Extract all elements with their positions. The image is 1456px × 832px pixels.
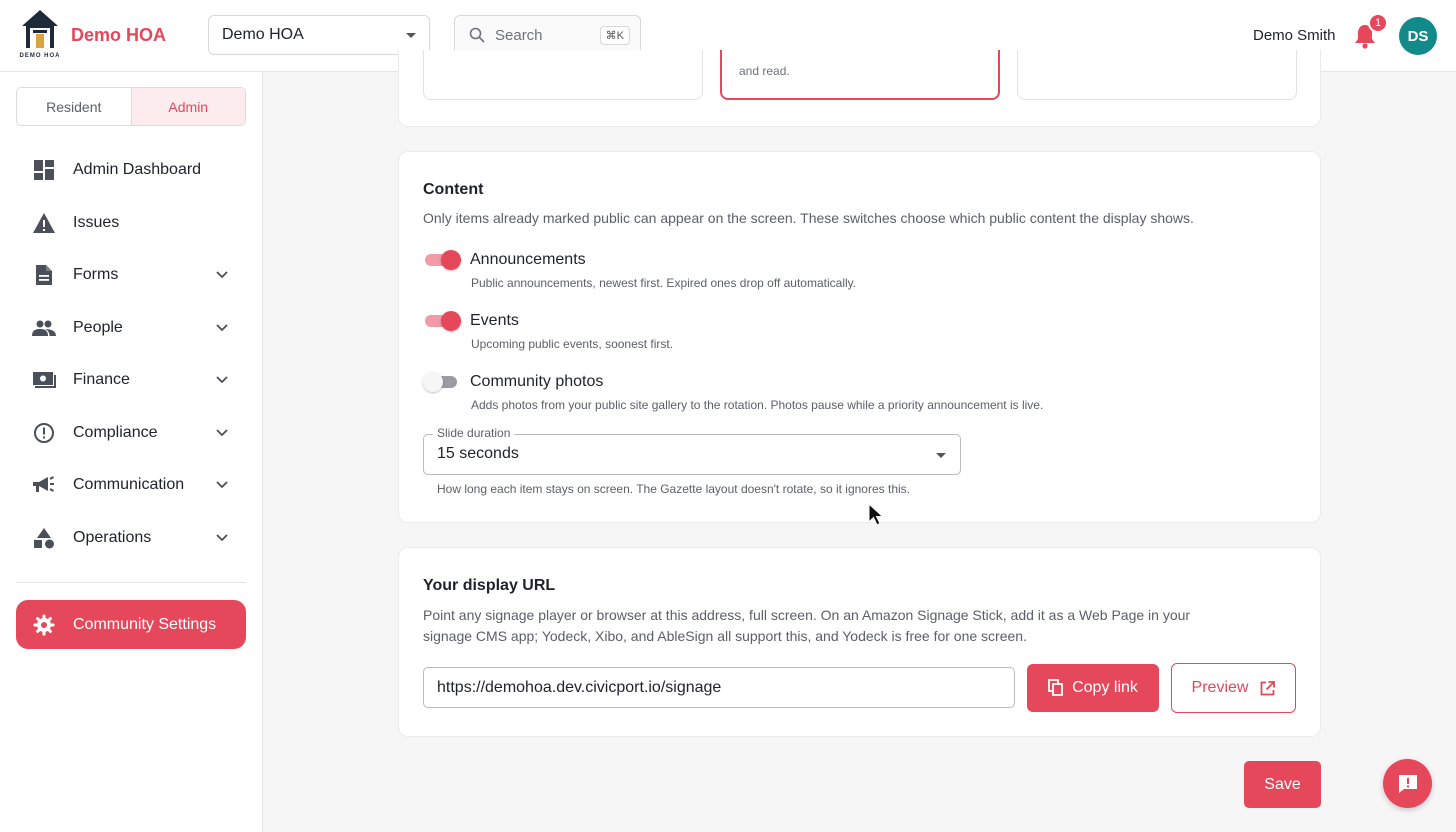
sidebar-item-admin-dashboard[interactable]: Admin Dashboard (16, 148, 246, 192)
slide-duration-helper: How long each item stays on screen. The … (437, 482, 910, 496)
announcements-toggle[interactable] (423, 250, 461, 270)
hoa-logo[interactable]: DEMO HOA (18, 8, 62, 64)
events-description: Upcoming public events, soonest first. (471, 337, 674, 351)
search-shortcut: ⌘K (599, 25, 630, 45)
logo-text: DEMO HOA (19, 53, 61, 59)
sidebar-item-label: Communication (73, 476, 185, 493)
display-url-description-1: Point any signage player or browser at t… (423, 607, 1191, 623)
copy-link-button[interactable]: Copy link (1027, 664, 1159, 712)
user-avatar[interactable]: DS (1399, 17, 1437, 55)
slide-duration-value: 15 seconds (437, 445, 519, 462)
organization-select-value: Demo HOA (222, 26, 304, 43)
shapes-icon (32, 526, 56, 550)
content-title: Content (423, 181, 484, 198)
feedback-button[interactable] (1383, 759, 1432, 808)
search-label: Search (495, 26, 543, 44)
slide-duration-label: Slide duration (433, 426, 515, 440)
events-toggle[interactable] (423, 311, 461, 331)
sidebar-divider (16, 582, 246, 583)
announcements-description: Public announcements, newest first. Expi… (471, 276, 857, 290)
user-name[interactable]: Demo Smith (1253, 27, 1336, 44)
sidebar-item-label: Community Settings (73, 615, 217, 633)
money-icon (32, 368, 56, 392)
sidebar-item-label: Issues (73, 214, 120, 231)
sidebar-item-compliance[interactable]: Compliance (16, 411, 246, 455)
document-icon (32, 263, 56, 287)
sidebar-item-communication[interactable]: Communication (16, 463, 246, 507)
content-card: Content Only items already marked public… (398, 151, 1321, 523)
people-icon (32, 316, 56, 340)
sidebar-item-label: Operations (73, 529, 152, 546)
dashboard-icon (32, 158, 56, 182)
role-toggle: Resident Admin (16, 87, 246, 126)
preview-label: Preview (1191, 679, 1249, 696)
caret-down-icon (406, 32, 416, 38)
sidebar-item-community-settings[interactable]: Community Settings (16, 600, 246, 649)
warning-icon (32, 211, 56, 235)
caret-down-icon (936, 453, 946, 458)
community-photos-label: Community photos (470, 373, 604, 390)
layout-tile[interactable] (1017, 50, 1297, 100)
role-resident-button[interactable]: Resident (17, 88, 132, 125)
copy-link-label: Copy link (1072, 679, 1138, 696)
chevron-down-icon (216, 429, 228, 437)
layout-card: and read. (398, 50, 1321, 127)
layout-tile[interactable] (423, 50, 703, 100)
sidebar-item-label: Compliance (73, 424, 158, 441)
preview-button[interactable]: Preview (1171, 663, 1296, 713)
display-url-card: Your display URL Point any signage playe… (398, 547, 1321, 737)
sidebar-item-people[interactable]: People (16, 306, 246, 350)
alert-circle-icon (32, 421, 56, 445)
chevron-down-icon (216, 481, 228, 489)
search-box[interactable]: Search ⌘K (454, 15, 641, 55)
brand-name[interactable]: Demo HOA (71, 25, 166, 46)
layout-tile-text: and read. (739, 64, 790, 78)
layout-tile-selected[interactable]: and read. (720, 50, 1000, 100)
feedback-icon (1398, 774, 1417, 793)
display-url-description-2: signage CMS app; Yodeck, Xibo, and AbleS… (423, 628, 1027, 644)
sidebar-item-label: People (73, 319, 123, 336)
sidebar-item-label: Finance (73, 371, 130, 388)
megaphone-icon (32, 473, 56, 497)
mouse-cursor-icon (868, 503, 884, 526)
sidebar: Resident Admin Admin Dashboard Issues Fo… (0, 72, 263, 832)
save-button[interactable]: Save (1244, 761, 1321, 808)
role-admin-button[interactable]: Admin (131, 88, 245, 125)
notification-badge: 1 (1368, 13, 1388, 33)
copy-icon (1048, 679, 1063, 696)
organization-select[interactable]: Demo HOA (208, 15, 430, 55)
announcements-label: Announcements (470, 251, 586, 268)
gear-icon (32, 613, 56, 637)
search-icon (469, 27, 485, 43)
chevron-down-icon (216, 534, 228, 542)
external-link-icon (1261, 680, 1276, 695)
display-url-field[interactable]: https://demohoa.dev.civicport.io/signage (423, 667, 1015, 708)
sidebar-item-operations[interactable]: Operations (16, 516, 246, 560)
community-photos-description: Adds photos from your public site galler… (471, 398, 1044, 412)
sidebar-item-label: Admin Dashboard (73, 161, 202, 178)
community-photos-toggle[interactable] (423, 372, 461, 392)
display-url-title: Your display URL (423, 577, 556, 594)
events-label: Events (470, 312, 519, 329)
sidebar-item-label: Forms (73, 266, 119, 283)
house-icon (22, 10, 58, 48)
chevron-down-icon (216, 271, 228, 279)
sidebar-item-issues[interactable]: Issues (16, 201, 246, 245)
slide-duration-select[interactable]: Slide duration 15 seconds (423, 426, 961, 475)
sidebar-item-forms[interactable]: Forms (16, 253, 246, 297)
chevron-down-icon (216, 324, 228, 332)
chevron-down-icon (216, 376, 228, 384)
sidebar-item-finance[interactable]: Finance (16, 358, 246, 402)
content-description: Only items already marked public can app… (423, 210, 1194, 226)
